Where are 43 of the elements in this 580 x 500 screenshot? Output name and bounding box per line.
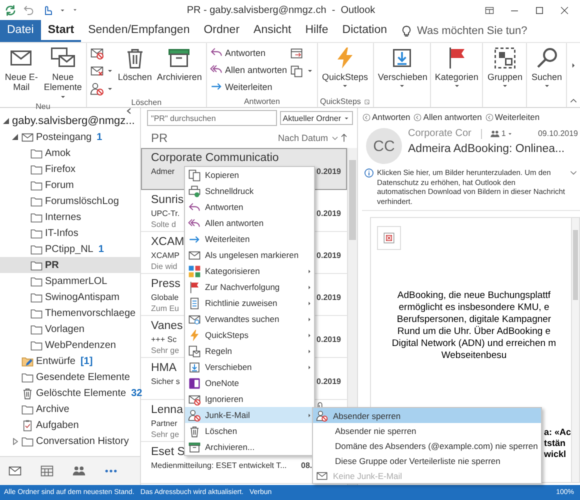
- group-label: Löschen: [131, 98, 162, 106]
- folder-heading: PR: [151, 131, 168, 145]
- unread-count: [1]: [80, 356, 93, 366]
- sender-name: Lenna: [151, 404, 183, 416]
- window-title: PR - gaby.salvisberg@nmgz.ch - Outlook: [186, 4, 376, 16]
- sender-name: HMA: [151, 362, 177, 374]
- message-date: 0.2019: [316, 334, 341, 345]
- message-body-text: a: «Ac tstän wickl: [544, 427, 571, 460]
- message-preview: Die wid: [151, 262, 178, 271]
- group-label: QuickSteps: [320, 97, 361, 106]
- message-date: 0.2019: [316, 250, 341, 261]
- message-subject: Sicher s: [151, 376, 180, 387]
- sender-name: Press: [151, 278, 180, 290]
- unread-count: 32: [131, 388, 142, 398]
- message-subject: Medienmitteilung: ESET entwickelt T...: [151, 460, 287, 471]
- message-body-text: AdBooking, die neue Buchungsplattf ermöglicht es insbesondere KMU, e Berufspersonen, digitale Kampagner Rund um die Uhr. Über AdBooking e Digital Network (ADN) und erreichen m Webseitenbesu: [390, 290, 558, 362]
- group-label: Neu: [36, 102, 50, 111]
- sender-name: Vanes: [151, 320, 183, 332]
- message-subject: +++ Sc: [151, 334, 177, 345]
- sender-name: Eset S: [151, 446, 185, 458]
- message-subject: Globale: [151, 292, 179, 303]
- unread-count: 1: [96, 132, 102, 142]
- message-date: 0.2019: [316, 376, 341, 387]
- message-preview: Zum Eu: [151, 304, 180, 313]
- message-date: 0.2019: [316, 208, 341, 219]
- message-preview: Sehr ge: [151, 346, 180, 355]
- sender-name: Corporate Communicatio: [151, 152, 279, 164]
- message-subject: Partner: [151, 418, 178, 429]
- sender-name: Sunris: [151, 194, 184, 206]
- message-subject: Admeira AdBooking: Onlinea...: [408, 143, 566, 155]
- message-preview: Solte d: [151, 220, 176, 229]
- message-preview: Sehr ge: [151, 430, 180, 439]
- message-subject: UPC-Tr.: [151, 208, 180, 219]
- message-date: 0.2019: [316, 292, 341, 303]
- message-date: 0.2019: [316, 166, 341, 177]
- sender-name: Corporate Cor: [408, 128, 472, 139]
- sender-name: XCAM: [151, 236, 184, 248]
- unread-count: 1: [98, 244, 104, 254]
- message-subject: Admer: [151, 166, 175, 177]
- message-subject: XCAMP: [151, 250, 180, 261]
- avatar: CC: [366, 128, 402, 164]
- message-date: 09.10.2019: [538, 129, 578, 138]
- group-label: Antworten: [244, 97, 280, 106]
